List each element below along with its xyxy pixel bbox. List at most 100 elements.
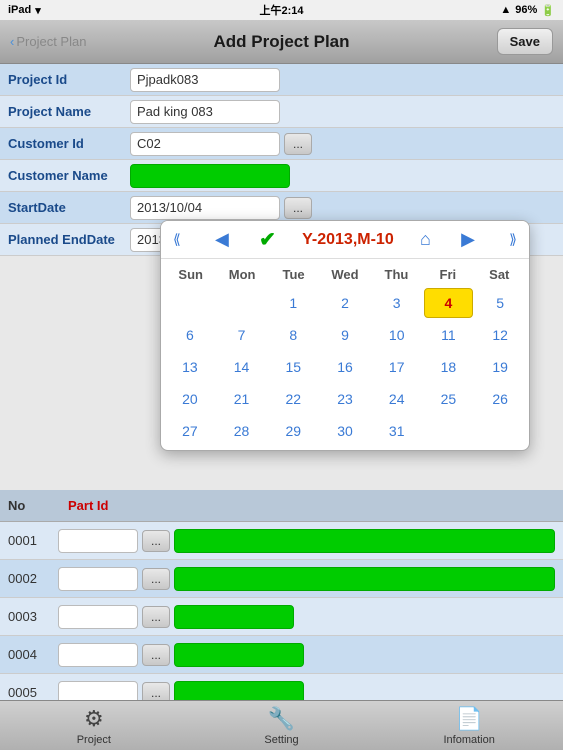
- cal-day-empty: [217, 288, 267, 318]
- cal-day-8[interactable]: 8: [268, 320, 318, 350]
- customer-name-field[interactable]: [130, 164, 290, 188]
- cal-day-14[interactable]: 14: [217, 352, 267, 382]
- cal-day-5[interactable]: 5: [475, 288, 525, 318]
- project-name-field[interactable]: [130, 100, 280, 124]
- cal-prev-month-button[interactable]: ◀: [211, 227, 233, 252]
- list-green-input-0003[interactable]: [174, 605, 294, 629]
- calendar-days: 1 2 3 4 5 6 7 8 9 10 11 12 13 14 15 16 1…: [165, 288, 525, 446]
- cal-day-18[interactable]: 18: [424, 352, 474, 382]
- cal-day-6[interactable]: 6: [165, 320, 215, 350]
- list-row-input-0001: ...: [58, 529, 555, 553]
- cal-day-20[interactable]: 20: [165, 384, 215, 414]
- list-dots-button-0002[interactable]: ...: [142, 568, 170, 590]
- setting-icon: 🔧: [268, 706, 295, 732]
- list-small-input-0003[interactable]: [58, 605, 138, 629]
- back-button[interactable]: ‹ Project Plan: [10, 34, 86, 49]
- list-row-no-0004: 0004: [8, 647, 58, 662]
- list-header: No Part Id: [0, 490, 563, 522]
- cal-day-23[interactable]: 23: [320, 384, 370, 414]
- location-icon: ▲: [500, 4, 511, 16]
- label-project-name: Project Name: [0, 104, 130, 119]
- list-green-input-0002[interactable]: [174, 567, 555, 591]
- tab-project[interactable]: ⚙ Project: [0, 706, 188, 746]
- customer-id-field[interactable]: [130, 132, 280, 156]
- cal-day-25[interactable]: 25: [424, 384, 474, 414]
- cal-day-11[interactable]: 11: [424, 320, 474, 350]
- cal-day-4[interactable]: 4: [424, 288, 474, 318]
- cal-day-22[interactable]: 22: [268, 384, 318, 414]
- list-small-input-0002[interactable]: [58, 567, 138, 591]
- label-startdate: StartDate: [0, 200, 130, 215]
- label-project-id: Project Id: [0, 72, 130, 87]
- list-dots-button-0003[interactable]: ...: [142, 606, 170, 628]
- list-green-input-0001[interactable]: [174, 529, 555, 553]
- input-group-project-id: [130, 68, 563, 92]
- list-col-no-label: No: [8, 498, 68, 513]
- cal-day-2[interactable]: 2: [320, 288, 370, 318]
- tab-information-label: Infomation: [443, 734, 494, 746]
- cal-day-10[interactable]: 10: [372, 320, 422, 350]
- list-dots-button-0004[interactable]: ...: [142, 644, 170, 666]
- calendar-overlay: ⟪ ◀ ✔ Y-2013,M-10 ⌂ ▶ ⟫ Sun Mon Tue Wed …: [160, 220, 530, 451]
- cal-day-24[interactable]: 24: [372, 384, 422, 414]
- cal-day-7[interactable]: 7: [217, 320, 267, 350]
- cal-day-21[interactable]: 21: [217, 384, 267, 414]
- list-area: No Part Id 0001 ... 0002 ... 0003: [0, 490, 563, 712]
- startdate-dots-button[interactable]: ...: [284, 197, 312, 219]
- chevron-left-icon: ‹: [10, 34, 14, 49]
- cal-day-9[interactable]: 9: [320, 320, 370, 350]
- cal-prev-year-button[interactable]: ⟪: [169, 229, 185, 250]
- cal-header-mon: Mon: [216, 263, 267, 286]
- status-time: 上午2:14: [259, 2, 303, 18]
- label-planned-enddate: Planned EndDate: [0, 232, 130, 247]
- list-row-0004: 0004 ...: [0, 636, 563, 674]
- customer-id-dots-button[interactable]: ...: [284, 133, 312, 155]
- cal-day-31[interactable]: 31: [372, 416, 422, 446]
- startdate-field[interactable]: [130, 196, 280, 220]
- cal-home-button[interactable]: ⌂: [420, 229, 431, 250]
- cal-header-sun: Sun: [165, 263, 216, 286]
- wifi-icon: ▾: [35, 4, 41, 17]
- cal-day-13[interactable]: 13: [165, 352, 215, 382]
- cal-day-19[interactable]: 19: [475, 352, 525, 382]
- list-dots-button-0001[interactable]: ...: [142, 530, 170, 552]
- status-right: ▲ 96% 🔋: [500, 4, 555, 17]
- list-row-0002: 0002 ...: [0, 560, 563, 598]
- calendar-day-headers: Sun Mon Tue Wed Thu Fri Sat: [165, 263, 525, 286]
- cal-day-30[interactable]: 30: [320, 416, 370, 446]
- label-customer-id: Customer Id: [0, 136, 130, 151]
- cal-next-year-button[interactable]: ⟫: [505, 229, 521, 250]
- page-title: Add Project Plan: [213, 32, 349, 52]
- save-button[interactable]: Save: [497, 28, 553, 55]
- list-small-input-0004[interactable]: [58, 643, 138, 667]
- cal-check-icon: ✔: [259, 227, 276, 252]
- input-group-customer-id: ...: [130, 132, 563, 156]
- cal-day-1[interactable]: 1: [268, 288, 318, 318]
- list-small-input-0001[interactable]: [58, 529, 138, 553]
- list-row-input-0002: ...: [58, 567, 555, 591]
- cal-day-15[interactable]: 15: [268, 352, 318, 382]
- project-id-field[interactable]: [130, 68, 280, 92]
- calendar-title: Y-2013,M-10: [302, 231, 394, 249]
- form-row-project-name: Project Name: [0, 96, 563, 128]
- cal-day-3[interactable]: 3: [372, 288, 422, 318]
- cal-day-17[interactable]: 17: [372, 352, 422, 382]
- cal-header-tue: Tue: [268, 263, 319, 286]
- tab-bar: ⚙ Project 🔧 Setting 📄 Infomation: [0, 700, 563, 750]
- cal-day-28[interactable]: 28: [217, 416, 267, 446]
- input-group-customer-name: [130, 164, 563, 188]
- tab-information[interactable]: 📄 Infomation: [375, 706, 563, 746]
- cal-day-27[interactable]: 27: [165, 416, 215, 446]
- cal-next-month-button[interactable]: ▶: [457, 227, 479, 252]
- cal-day-29[interactable]: 29: [268, 416, 318, 446]
- list-row-input-0003: ...: [58, 605, 555, 629]
- cal-day-12[interactable]: 12: [475, 320, 525, 350]
- cal-day-empty: [424, 416, 474, 446]
- nav-bar: ‹ Project Plan Add Project Plan Save: [0, 20, 563, 64]
- tab-project-label: Project: [77, 734, 111, 746]
- list-green-input-0004[interactable]: [174, 643, 304, 667]
- calendar-header: ⟪ ◀ ✔ Y-2013,M-10 ⌂ ▶ ⟫: [161, 221, 529, 259]
- cal-day-26[interactable]: 26: [475, 384, 525, 414]
- cal-day-16[interactable]: 16: [320, 352, 370, 382]
- tab-setting[interactable]: 🔧 Setting: [188, 706, 376, 746]
